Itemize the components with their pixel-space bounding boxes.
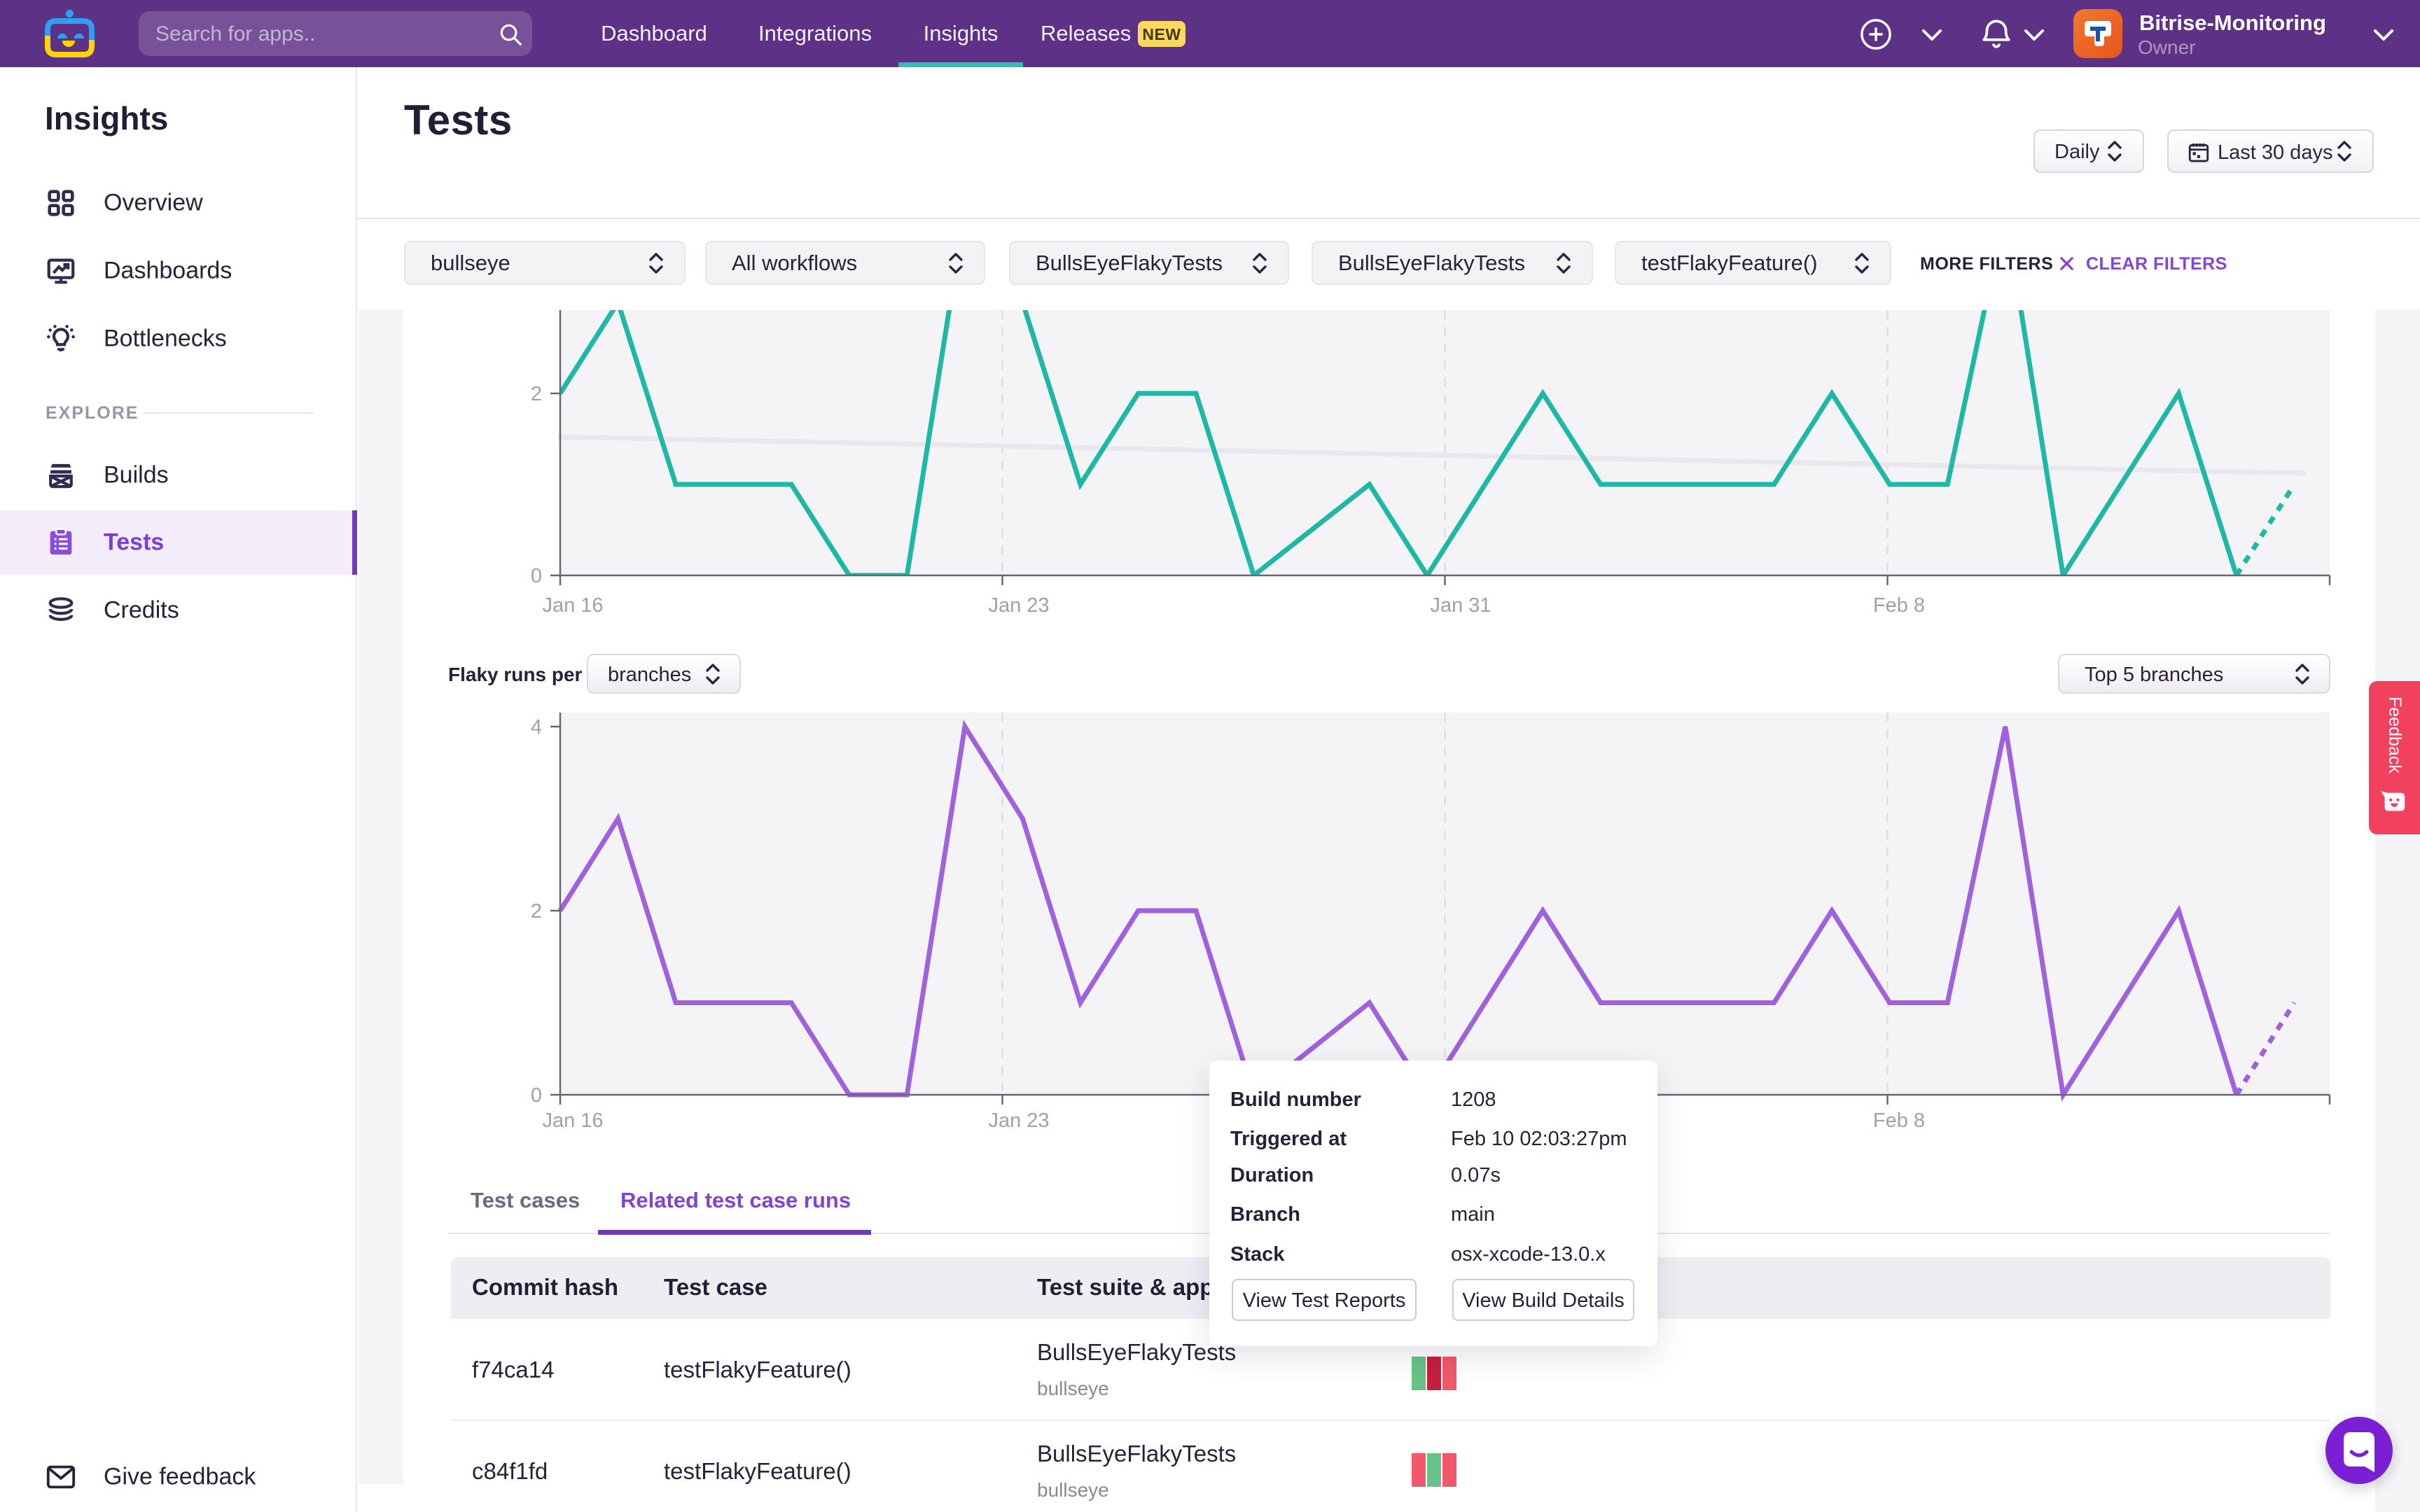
svg-text:2: 2 [531,383,542,405]
svg-text:Jan 16: Jan 16 [542,1110,603,1132]
svg-text:Jan 31: Jan 31 [1430,594,1491,616]
svg-text:0: 0 [531,565,542,587]
svg-text:Feb 8: Feb 8 [1873,594,1925,616]
svg-text:0: 0 [531,1084,542,1107]
svg-text:2: 2 [531,900,542,923]
svg-text:Jan 23: Jan 23 [988,594,1049,616]
svg-text:Jan 23: Jan 23 [988,1110,1049,1132]
svg-text:4: 4 [531,716,542,738]
svg-text:Feb 8: Feb 8 [1873,1110,1925,1132]
svg-text:Jan 16: Jan 16 [542,594,603,616]
